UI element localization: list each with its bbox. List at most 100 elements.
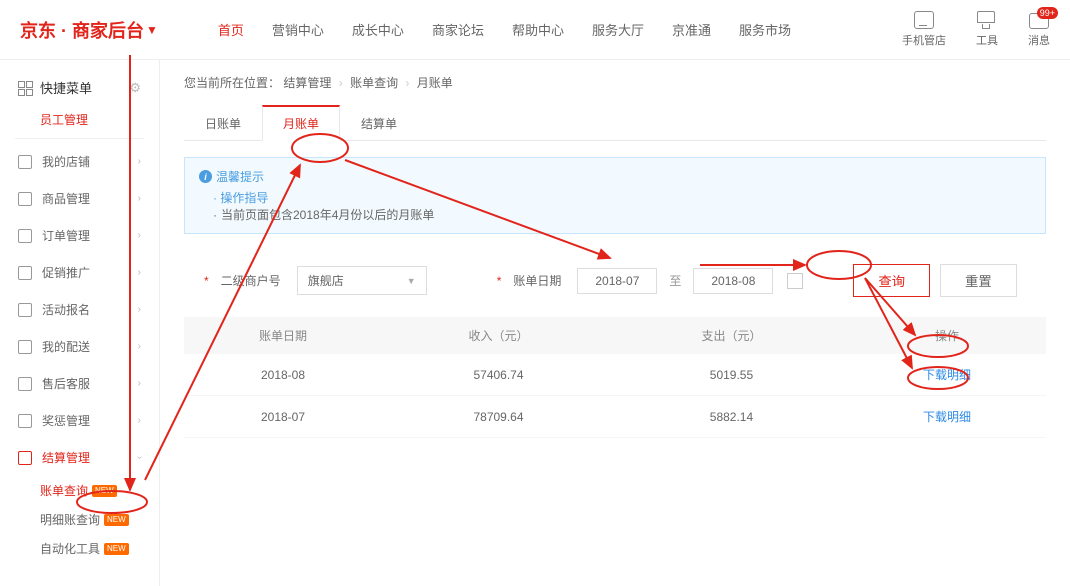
header-phone-store[interactable]: 手机管店 — [902, 11, 946, 48]
tool-icon — [977, 11, 997, 29]
breadcrumb-part: 月账单 — [417, 76, 453, 90]
breadcrumb-sep: › — [405, 76, 409, 90]
phone-label: 手机管店 — [902, 32, 946, 48]
sidebar-item-label: 售后客服 — [42, 375, 90, 392]
reward-icon — [18, 414, 32, 428]
sidebar-item-orders[interactable]: 订单管理› — [0, 217, 159, 254]
sidebar-divider — [15, 138, 144, 139]
chevron-down-icon: › — [134, 456, 145, 459]
nav-growth[interactable]: 成长中心 — [352, 20, 404, 39]
nav-home[interactable]: 首页 — [218, 20, 244, 39]
tip-guide-link[interactable]: · 操作指导 — [213, 189, 1031, 206]
col-action: 操作 — [848, 317, 1046, 354]
query-button[interactable]: 查询 — [853, 264, 930, 297]
cell-income: 57406.74 — [382, 354, 615, 396]
breadcrumb-part[interactable]: 结算管理 — [283, 76, 331, 90]
sidebar-sub-auto-tool[interactable]: 自动化工具 NEW — [0, 534, 159, 563]
sidebar-item-settlement[interactable]: 结算管理› — [0, 439, 159, 476]
sidebar-item-promo[interactable]: 促销推广› — [0, 254, 159, 291]
required-mark: * — [204, 274, 209, 288]
tip-title-text: 温馨提示 — [216, 168, 264, 185]
tip-box: i 温馨提示 · 操作指导 当前页面包含2018年4月份以后的月账单 — [184, 157, 1046, 234]
sidebar-item-label: 订单管理 — [42, 227, 90, 244]
tip-title: i 温馨提示 — [199, 168, 1031, 185]
info-icon: i — [199, 170, 212, 183]
filter-bar: * 二级商户号 旗舰店 ▼ * 账单日期 2018-07 至 2018-08 查… — [184, 254, 1046, 307]
sidebar-quick-menu[interactable]: 快捷菜单 ⚙ — [0, 70, 159, 105]
message-badge: 99+ — [1037, 7, 1058, 19]
site-logo[interactable]: 京东 · 商家后台 ▼ — [20, 17, 158, 43]
new-badge: NEW — [92, 485, 117, 497]
sidebar-item-label: 我的店铺 — [42, 153, 90, 170]
reset-button[interactable]: 重置 — [940, 264, 1017, 297]
sidebar-item-label: 商品管理 — [42, 190, 90, 207]
cell-income: 78709.64 — [382, 396, 615, 438]
msg-label: 消息 — [1028, 32, 1050, 48]
sidebar: 快捷菜单 ⚙ 员工管理 我的店铺› 商品管理› 订单管理› 促销推广› 活动报名… — [0, 60, 160, 586]
nav-forum[interactable]: 商家论坛 — [432, 20, 484, 39]
header-tools[interactable]: 工具 — [976, 11, 998, 48]
sidebar-item-goods[interactable]: 商品管理 › — [0, 180, 159, 217]
sidebar-staff-mgmt[interactable]: 员工管理 — [0, 105, 159, 134]
tab-settlement[interactable]: 结算单 — [340, 105, 418, 141]
sidebar-item-label: 活动报名 — [42, 301, 90, 318]
col-income: 收入（元） — [382, 317, 615, 354]
merchant-select[interactable]: 旗舰店 ▼ — [297, 266, 427, 295]
header-messages[interactable]: 99+ 消息 — [1028, 11, 1050, 48]
date-from-input[interactable]: 2018-07 — [577, 268, 657, 294]
sidebar-item-activity[interactable]: 活动报名 › — [0, 291, 159, 328]
cell-date: 2018-08 — [184, 354, 382, 396]
download-detail-link[interactable]: 下载明细 — [923, 368, 971, 382]
merchant-label: 二级商户号 — [221, 272, 281, 289]
order-icon — [18, 229, 32, 243]
sidebar-item-reward[interactable]: 奖惩管理› — [0, 402, 159, 439]
main-content: 您当前所在位置： 结算管理 › 账单查询 › 月账单 日账单 月账单 结算单 i… — [160, 60, 1070, 586]
tool-label: 工具 — [976, 32, 998, 48]
nav-marketing[interactable]: 营销中心 — [272, 20, 324, 39]
calendar-icon[interactable] — [787, 273, 803, 289]
nav-service-hall[interactable]: 服务大厅 — [592, 20, 644, 39]
download-detail-link[interactable]: 下载明细 — [923, 410, 971, 424]
date-to-input[interactable]: 2018-08 — [693, 268, 773, 294]
breadcrumb-prefix: 您当前所在位置： — [184, 76, 280, 90]
new-badge: NEW — [104, 543, 129, 555]
grid-icon — [18, 81, 32, 95]
sidebar-sub-bill-query[interactable]: 账单查询NEW — [0, 476, 159, 505]
sidebar-item-shop[interactable]: 我的店铺› — [0, 143, 159, 180]
col-date: 账单日期 — [184, 317, 382, 354]
date-separator: 至 — [669, 272, 681, 289]
settle-icon — [18, 451, 32, 465]
new-badge: NEW — [104, 514, 129, 526]
tab-daily[interactable]: 日账单 — [184, 105, 262, 141]
breadcrumb: 您当前所在位置： 结算管理 › 账单查询 › 月账单 — [184, 74, 1046, 91]
chevron-right-icon: › — [138, 304, 141, 315]
cell-expense: 5882.14 — [615, 396, 848, 438]
logo-text: 京东 · 商家后台 — [20, 17, 144, 43]
sidebar-item-label: 我的配送 — [42, 338, 90, 355]
cell-date: 2018-07 — [184, 396, 382, 438]
cell-expense: 5019.55 — [615, 354, 848, 396]
sub-label: 明细账查询 — [40, 511, 100, 528]
chevron-right-icon: › — [138, 193, 141, 204]
tip-link-text: 操作指导 — [220, 191, 268, 205]
sidebar-sub-detail-query[interactable]: 明细账查询 NEW — [0, 505, 159, 534]
chevron-right-icon: › — [138, 378, 141, 389]
tab-monthly[interactable]: 月账单 — [262, 105, 340, 141]
sidebar-item-service[interactable]: 售后客服 › — [0, 365, 159, 402]
chevron-right-icon: › — [138, 341, 141, 352]
date-label: 账单日期 — [513, 272, 561, 289]
nav-service-market[interactable]: 服务市场 — [739, 20, 791, 39]
nav-help[interactable]: 帮助中心 — [512, 20, 564, 39]
promo-icon — [18, 266, 32, 280]
bill-tabs: 日账单 月账单 结算单 — [184, 105, 1046, 141]
caret-down-icon: ▼ — [407, 276, 416, 286]
sidebar-item-delivery[interactable]: 我的配送 › — [0, 328, 159, 365]
breadcrumb-part[interactable]: 账单查询 — [350, 76, 398, 90]
phone-icon — [914, 11, 934, 29]
gear-icon[interactable]: ⚙ — [129, 80, 141, 96]
top-nav: 首页 营销中心 成长中心 商家论坛 帮助中心 服务大厅 京准通 服务市场 — [218, 20, 902, 39]
sub-label: 自动化工具 — [40, 540, 100, 557]
nav-jzt[interactable]: 京准通 — [672, 20, 711, 39]
shop-icon — [18, 155, 32, 169]
chevron-right-icon: › — [138, 267, 141, 278]
